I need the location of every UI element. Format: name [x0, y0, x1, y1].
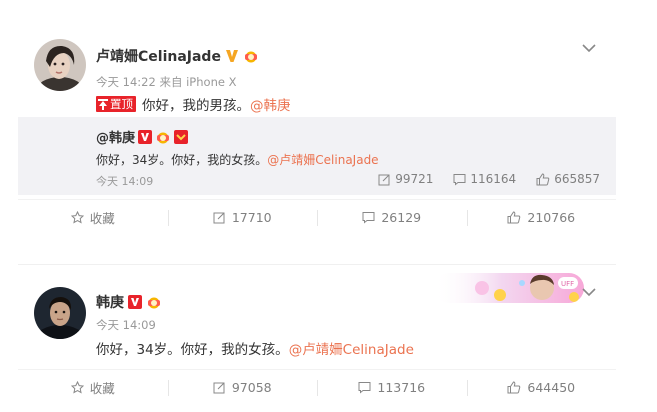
- repost-author[interactable]: @韩庚: [96, 127, 135, 146]
- card-decoration-icon: UFF: [434, 273, 584, 303]
- repost-forward-count: 99721: [395, 172, 434, 186]
- repost-count: 97058: [231, 380, 272, 395]
- repost-button[interactable]: 17710: [167, 200, 318, 235]
- post-body: 你好，34岁。你好，我的女孩。: [96, 342, 289, 358]
- comment-count: 113716: [377, 380, 426, 395]
- repost-mention-link[interactable]: @卢靖姍CelinaJade: [267, 153, 378, 167]
- like-count: 644450: [527, 380, 576, 395]
- comment-count: 26129: [381, 210, 422, 225]
- favorite-label: 收藏: [89, 211, 115, 226]
- medal-icon: [157, 132, 170, 143]
- action-bar: 收藏 17710 26129 210766: [18, 199, 616, 235]
- pin-icon: [98, 98, 108, 110]
- comment-icon: [362, 212, 375, 224]
- avatar[interactable]: [34, 287, 86, 339]
- repost-forward-stat[interactable]: 99721: [378, 172, 433, 186]
- comment-icon: [358, 382, 371, 394]
- repost-like-count: 665857: [554, 172, 600, 186]
- comment-button[interactable]: 113716: [317, 370, 467, 405]
- like-icon: [507, 381, 521, 394]
- repost-icon: [213, 382, 225, 394]
- verified-v-icon: [138, 129, 153, 144]
- post-text: 你好，34岁。你好，我的女孩。 @卢靖姍CelinaJade: [96, 338, 414, 358]
- weibo-post-hangeng: 韩庚 今天 14:09 你好，34岁。你好，我的女孩。 @卢靖姍CelinaJa…: [18, 264, 616, 412]
- repost-text: 你好，34岁。你好，我的女孩。@卢靖姍CelinaJade: [96, 151, 379, 168]
- verified-v-icon: [225, 50, 238, 62]
- repost-count: 17710: [231, 210, 272, 225]
- star-icon: [70, 211, 84, 224]
- chevron-down-icon[interactable]: [582, 43, 596, 53]
- comment-icon: [453, 173, 466, 186]
- post-time[interactable]: 今天 14:22: [96, 75, 156, 89]
- like-icon: [536, 172, 550, 185]
- author-name[interactable]: 韩庚: [96, 292, 124, 312]
- favorite-button[interactable]: 收藏: [18, 370, 168, 405]
- author-row: 卢靖姍CelinaJade: [96, 46, 259, 66]
- pin-badge: 置顶: [96, 96, 136, 112]
- like-button[interactable]: 210766: [466, 200, 617, 235]
- post-meta: 今天 14:09: [96, 317, 156, 333]
- svg-text:UFF: UFF: [561, 280, 574, 288]
- star-icon: [70, 381, 84, 394]
- author-name[interactable]: 卢靖姍CelinaJade: [96, 46, 221, 66]
- author-row: 韩庚: [96, 292, 162, 312]
- favorite-label: 收藏: [89, 381, 115, 396]
- like-button[interactable]: 644450: [466, 370, 617, 405]
- repost-icon: [378, 174, 390, 185]
- post-meta: 今天 14:22 来自 iPhone X: [96, 74, 236, 90]
- avatar[interactable]: [34, 39, 86, 91]
- weibo-post-celina: 卢靖姍CelinaJade 今天 14:22 来自 iPhone X 置顶 你好…: [18, 25, 616, 237]
- chevron-down-icon[interactable]: [582, 287, 596, 297]
- repost-comment-stat[interactable]: 116164: [453, 172, 516, 186]
- gift-icon: [174, 129, 189, 144]
- post-source: 来自 iPhone X: [159, 75, 237, 89]
- repost-like-stat[interactable]: 665857: [536, 172, 600, 186]
- post-time[interactable]: 今天 14:09: [96, 318, 156, 332]
- medal-icon: [244, 51, 257, 63]
- comment-button[interactable]: 26129: [317, 200, 467, 235]
- like-icon: [507, 211, 521, 224]
- repost-body: 你好，34岁。你好，我的女孩。: [96, 153, 268, 167]
- repost-stats: 99721 116164 665857: [378, 172, 600, 186]
- verified-v-icon: [128, 295, 142, 309]
- like-count: 210766: [527, 210, 576, 225]
- post-text: 置顶 你好，我的男孩。 @韩庚: [96, 94, 291, 114]
- pin-label: 置顶: [110, 97, 133, 111]
- repost-comment-count: 116164: [470, 172, 517, 186]
- repost-button[interactable]: 97058: [167, 370, 318, 405]
- repost-time[interactable]: 今天 14:09: [96, 173, 153, 189]
- favorite-button[interactable]: 收藏: [18, 200, 168, 235]
- mention-link[interactable]: @韩庚: [250, 94, 291, 114]
- medal-icon: [148, 297, 160, 309]
- mention-link[interactable]: @卢靖姍CelinaJade: [289, 338, 414, 358]
- action-bar: 收藏 97058 113716 644450: [18, 369, 616, 405]
- repost-card[interactable]: @韩庚 你好，34岁。你好，我的女孩。@卢靖姍CelinaJade 今天 14:…: [18, 117, 616, 195]
- post-body: 你好，我的男孩。: [142, 98, 250, 114]
- repost-author-row: @韩庚: [96, 127, 189, 146]
- repost-icon: [213, 212, 225, 224]
